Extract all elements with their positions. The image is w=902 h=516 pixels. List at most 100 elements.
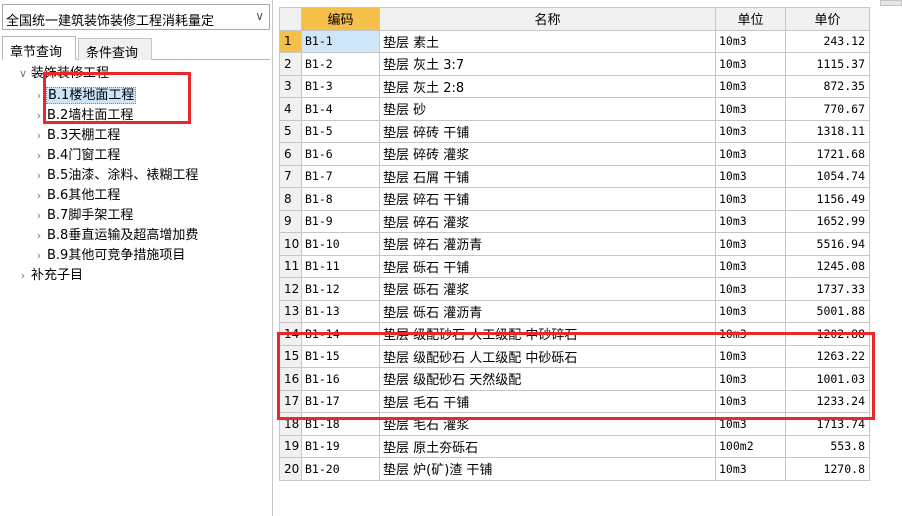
price-cell[interactable]: 1202.88 xyxy=(785,322,870,346)
price-cell[interactable]: 243.12 xyxy=(785,29,870,53)
price-cell[interactable]: 1270.8 xyxy=(785,457,870,481)
unit-cell[interactable]: 10m3 xyxy=(715,119,786,143)
code-cell[interactable]: B1-2 xyxy=(301,52,380,76)
price-cell[interactable]: 1737.33 xyxy=(785,277,870,301)
table-row[interactable]: 19 B1-19 垫层 原土夯砾石 100m2 553.8 xyxy=(279,434,870,458)
row-number[interactable]: 10 xyxy=(279,232,302,256)
chevron-right-icon[interactable]: › xyxy=(32,146,46,166)
row-number[interactable]: 8 xyxy=(279,187,302,211)
unit-cell[interactable]: 10m3 xyxy=(715,187,786,211)
table-row[interactable]: 16 B1-16 垫层 级配砂石 天然级配 10m3 1001.03 xyxy=(279,367,870,391)
price-cell[interactable]: 872.35 xyxy=(785,74,870,98)
tree-node[interactable]: › 补充子目 xyxy=(16,266,84,286)
code-cell[interactable]: B1-1 xyxy=(301,29,380,53)
price-cell[interactable]: 1318.11 xyxy=(785,119,870,143)
price-cell[interactable]: 1721.68 xyxy=(785,142,870,166)
name-cell[interactable]: 垫层 砾石 干铺 xyxy=(379,254,716,278)
table-row[interactable]: 12 B1-12 垫层 砾石 灌浆 10m3 1737.33 xyxy=(279,277,870,301)
name-cell[interactable]: 垫层 砾石 灌浆 xyxy=(379,277,716,301)
row-number[interactable]: 17 xyxy=(279,389,302,413)
chevron-right-icon[interactable]: › xyxy=(32,126,46,146)
name-cell[interactable]: 垫层 砂 xyxy=(379,97,716,121)
name-cell[interactable]: 垫层 石屑 干铺 xyxy=(379,164,716,188)
code-cell[interactable]: B1-13 xyxy=(301,299,380,323)
price-cell[interactable]: 1156.49 xyxy=(785,187,870,211)
row-number[interactable]: 14 xyxy=(279,322,302,346)
unit-cell[interactable]: 10m3 xyxy=(715,299,786,323)
code-column-header[interactable]: 编码 xyxy=(301,7,380,31)
quota-library-select[interactable]: 全国统一建筑装饰装修工程消耗量定 ∨ xyxy=(2,4,270,30)
price-cell[interactable]: 5001.88 xyxy=(785,299,870,323)
price-column-header[interactable]: 单价 xyxy=(785,7,870,31)
name-column-header[interactable]: 名称 xyxy=(379,7,716,31)
chevron-right-icon[interactable]: › xyxy=(16,266,30,286)
code-cell[interactable]: B1-8 xyxy=(301,187,380,211)
tab-condition-query[interactable]: 条件查询 xyxy=(78,38,152,61)
tree-node[interactable]: › B.2墙柱面工程 xyxy=(32,106,134,126)
tree-node[interactable]: › B.4门窗工程 xyxy=(32,146,121,166)
unit-cell[interactable]: 10m3 xyxy=(715,412,786,436)
table-row[interactable]: 4 B1-4 垫层 砂 10m3 770.67 xyxy=(279,97,870,121)
name-cell[interactable]: 垫层 灰土 2:8 xyxy=(379,74,716,98)
table-row[interactable]: 10 B1-10 垫层 碎石 灌沥青 10m3 5516.94 xyxy=(279,232,870,256)
name-cell[interactable]: 垫层 碎石 灌浆 xyxy=(379,209,716,233)
name-cell[interactable]: 垫层 原土夯砾石 xyxy=(379,434,716,458)
chevron-down-icon[interactable]: ∨ xyxy=(16,64,30,84)
table-row[interactable]: 20 B1-20 垫层 炉(矿)渣 干铺 10m3 1270.8 xyxy=(279,457,870,481)
code-cell[interactable]: B1-18 xyxy=(301,412,380,436)
table-row[interactable]: 1 B1-1 垫层 素土 10m3 243.12 xyxy=(279,29,870,53)
table-row[interactable]: 18 B1-18 垫层 毛石 灌浆 10m3 1713.74 xyxy=(279,412,870,436)
price-cell[interactable]: 1001.03 xyxy=(785,367,870,391)
row-number[interactable]: 1 xyxy=(279,29,302,53)
name-cell[interactable]: 垫层 碎石 灌沥青 xyxy=(379,232,716,256)
row-number[interactable]: 3 xyxy=(279,74,302,98)
name-cell[interactable]: 垫层 碎砖 灌浆 xyxy=(379,142,716,166)
chevron-right-icon[interactable]: › xyxy=(32,246,46,266)
tree-node[interactable]: › B.9其他可竞争措施项目 xyxy=(32,246,186,266)
row-number[interactable]: 7 xyxy=(279,164,302,188)
tree-node[interactable]: › B.3天棚工程 xyxy=(32,126,121,146)
scrollbar[interactable] xyxy=(880,0,902,6)
table-row[interactable]: 13 B1-13 垫层 砾石 灌沥青 10m3 5001.88 xyxy=(279,299,870,323)
price-cell[interactable]: 1713.74 xyxy=(785,412,870,436)
table-row[interactable]: 17 B1-17 垫层 毛石 干铺 10m3 1233.24 xyxy=(279,389,870,413)
tree-node[interactable]: › B.1楼地面工程 xyxy=(32,86,137,106)
code-cell[interactable]: B1-11 xyxy=(301,254,380,278)
price-cell[interactable]: 553.8 xyxy=(785,434,870,458)
name-cell[interactable]: 垫层 砾石 灌沥青 xyxy=(379,299,716,323)
chevron-down-icon[interactable]: ∨ xyxy=(255,9,264,23)
unit-cell[interactable]: 10m3 xyxy=(715,232,786,256)
unit-column-header[interactable]: 单位 xyxy=(715,7,786,31)
chevron-right-icon[interactable]: › xyxy=(32,86,46,106)
row-number[interactable]: 20 xyxy=(279,457,302,481)
name-cell[interactable]: 垫层 毛石 灌浆 xyxy=(379,412,716,436)
code-cell[interactable]: B1-14 xyxy=(301,322,380,346)
price-cell[interactable]: 5516.94 xyxy=(785,232,870,256)
unit-cell[interactable]: 10m3 xyxy=(715,322,786,346)
chevron-right-icon[interactable]: › xyxy=(32,166,46,186)
tab-chapter-query[interactable]: 章节查询 xyxy=(2,36,76,60)
unit-cell[interactable]: 10m3 xyxy=(715,164,786,188)
tree-node[interactable]: › B.7脚手架工程 xyxy=(32,206,134,226)
unit-cell[interactable]: 10m3 xyxy=(715,97,786,121)
row-number[interactable]: 13 xyxy=(279,299,302,323)
code-cell[interactable]: B1-17 xyxy=(301,389,380,413)
unit-cell[interactable]: 10m3 xyxy=(715,254,786,278)
table-row[interactable]: 3 B1-3 垫层 灰土 2:8 10m3 872.35 xyxy=(279,74,870,98)
table-row[interactable]: 6 B1-6 垫层 碎砖 灌浆 10m3 1721.68 xyxy=(279,142,870,166)
price-cell[interactable]: 1233.24 xyxy=(785,389,870,413)
row-number[interactable]: 2 xyxy=(279,52,302,76)
code-cell[interactable]: B1-19 xyxy=(301,434,380,458)
unit-cell[interactable]: 100m2 xyxy=(715,434,786,458)
code-cell[interactable]: B1-5 xyxy=(301,119,380,143)
table-row[interactable]: 8 B1-8 垫层 碎石 干铺 10m3 1156.49 xyxy=(279,187,870,211)
unit-cell[interactable]: 10m3 xyxy=(715,277,786,301)
chevron-right-icon[interactable]: › xyxy=(32,226,46,246)
unit-cell[interactable]: 10m3 xyxy=(715,344,786,368)
code-cell[interactable]: B1-7 xyxy=(301,164,380,188)
unit-cell[interactable]: 10m3 xyxy=(715,29,786,53)
price-cell[interactable]: 770.67 xyxy=(785,97,870,121)
tree-node[interactable]: ∨ 装饰装修工程 xyxy=(16,64,110,84)
unit-cell[interactable]: 10m3 xyxy=(715,74,786,98)
table-row[interactable]: 7 B1-7 垫层 石屑 干铺 10m3 1054.74 xyxy=(279,164,870,188)
